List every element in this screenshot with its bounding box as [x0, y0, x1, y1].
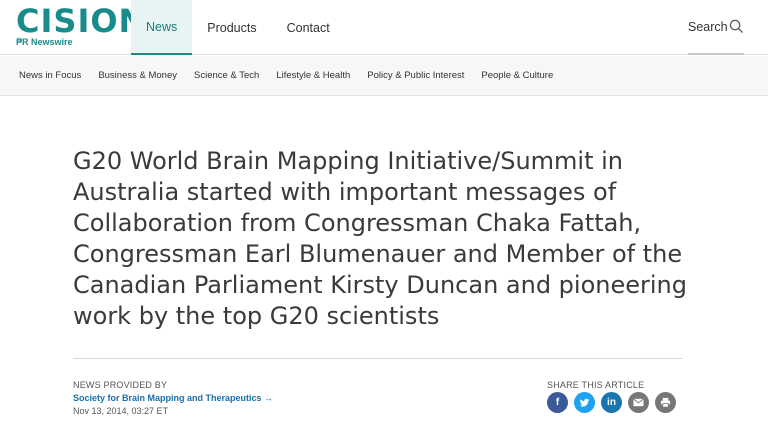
provider-link[interactable]: Society for Brain Mapping and Therapeuti…: [73, 393, 273, 403]
search-button[interactable]: Search: [688, 0, 744, 55]
cision-logo[interactable]: CISION® PR Newswire: [16, 4, 145, 50]
category-nav: News in Focus Business & Money Science &…: [0, 56, 768, 96]
category-people-culture[interactable]: People & Culture: [481, 70, 553, 81]
main-nav: News Products Contact: [131, 0, 345, 55]
search-icon: [729, 19, 744, 34]
logo-subtitle: PR Newswire: [16, 37, 73, 47]
linkedin-icon[interactable]: in: [601, 392, 622, 413]
share-buttons: f in: [547, 392, 682, 413]
news-provided-label: NEWS PROVIDED BY: [73, 380, 168, 390]
print-icon[interactable]: [655, 392, 676, 413]
nav-item-news[interactable]: News: [131, 0, 193, 55]
logo-wordmark: CISION: [16, 2, 147, 40]
search-label: Search: [688, 19, 728, 34]
nav-item-products[interactable]: Products: [192, 0, 271, 55]
category-news-in-focus[interactable]: News in Focus: [19, 70, 81, 81]
site-header: CISION® PR Newswire News Products Contac…: [0, 0, 768, 55]
publish-date: Nov 13, 2014, 03:27 ET: [73, 406, 169, 416]
twitter-icon[interactable]: [574, 392, 595, 413]
divider: [73, 358, 682, 359]
article-headline: G20 World Brain Mapping Initiative/Summi…: [73, 147, 687, 330]
email-icon[interactable]: [628, 392, 649, 413]
facebook-icon[interactable]: f: [547, 392, 568, 413]
share-label: SHARE THIS ARTICLE: [547, 380, 645, 390]
category-science-tech[interactable]: Science & Tech: [194, 70, 259, 81]
category-business-money[interactable]: Business & Money: [98, 70, 177, 81]
category-lifestyle-health[interactable]: Lifestyle & Health: [276, 70, 350, 81]
category-policy-public-interest[interactable]: Policy & Public Interest: [367, 70, 464, 81]
nav-item-contact[interactable]: Contact: [272, 0, 345, 55]
